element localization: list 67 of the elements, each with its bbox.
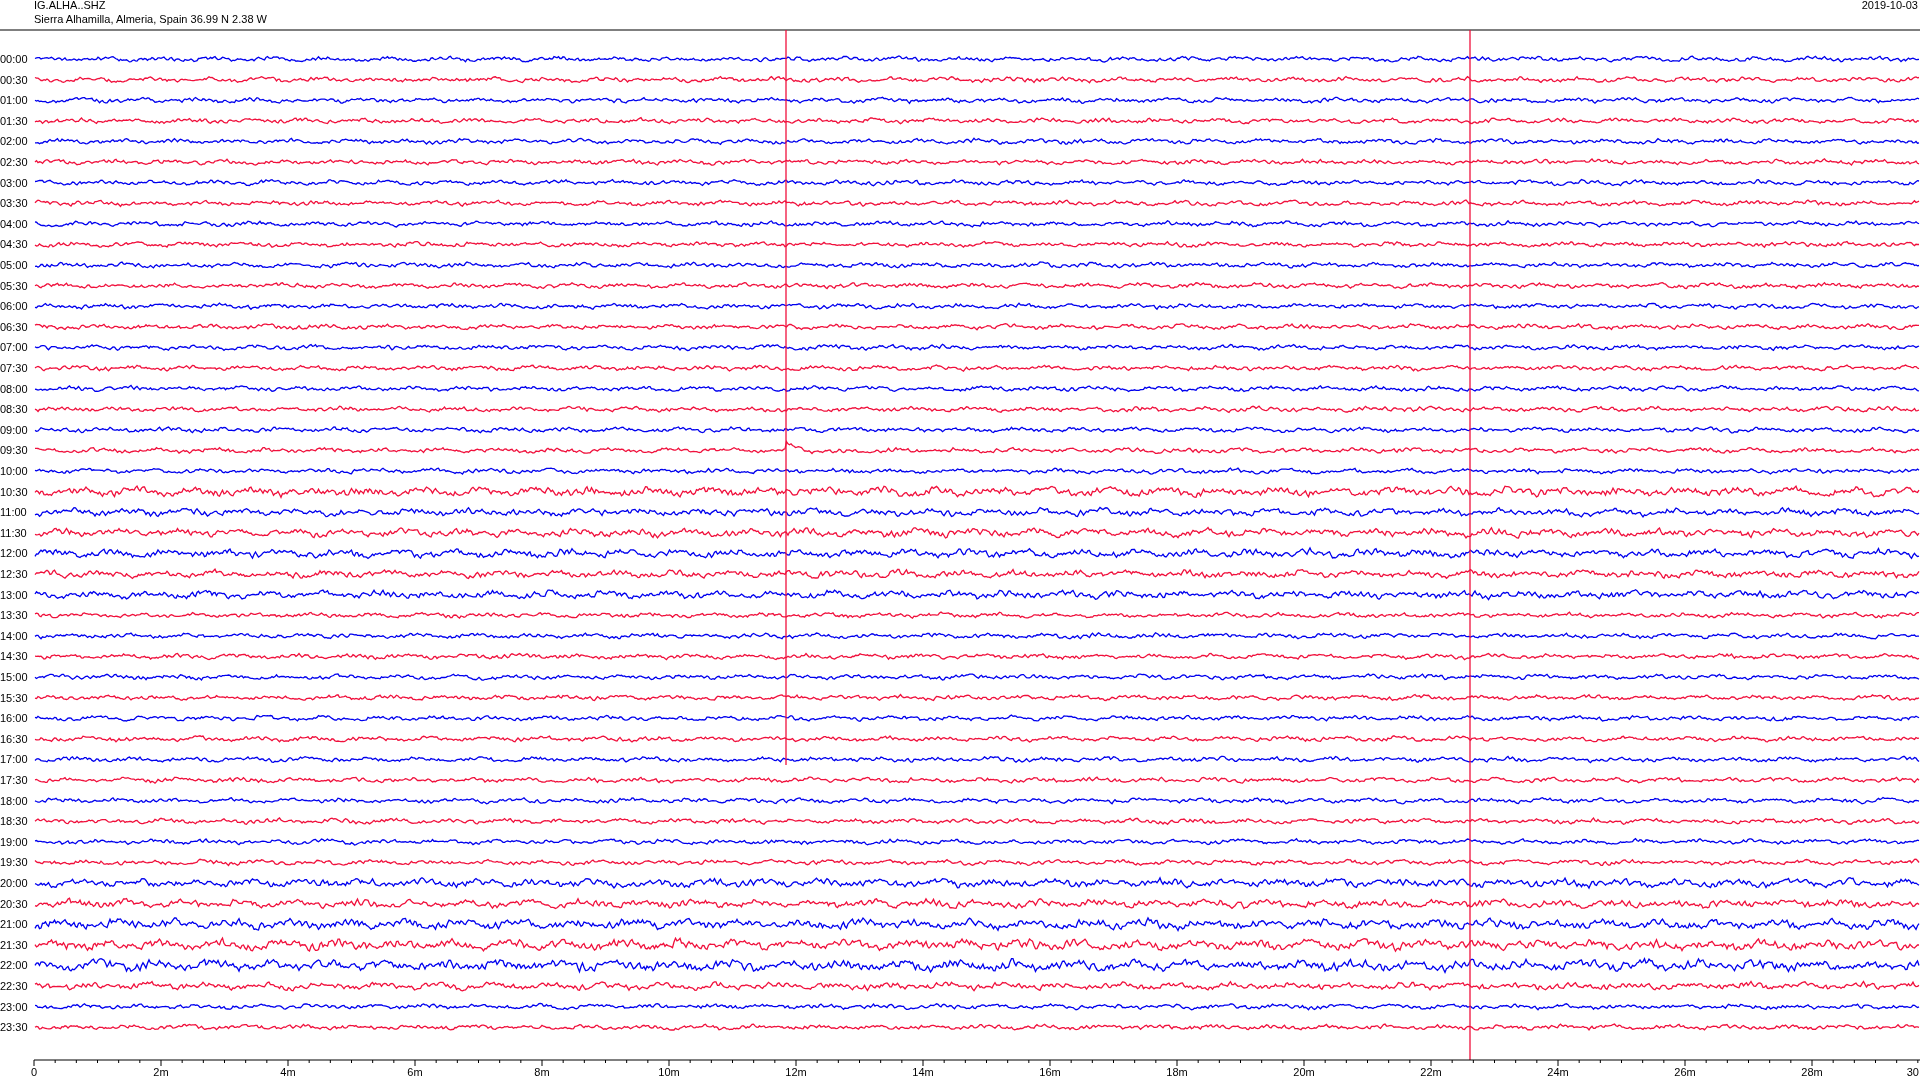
- axis-tick-label: 22m: [1420, 1066, 1442, 1078]
- time-label: 05:30: [0, 279, 28, 292]
- time-label: 23:30: [0, 1021, 28, 1034]
- time-label: 22:00: [0, 959, 28, 972]
- axis-tick-label: 26m: [1674, 1066, 1696, 1078]
- time-label: 23:00: [0, 1000, 28, 1013]
- time-label: 08:30: [0, 403, 28, 416]
- time-label: 01:30: [0, 114, 28, 127]
- time-label: 07:00: [0, 341, 28, 354]
- time-label: 18:00: [0, 794, 28, 807]
- time-label: 00:30: [0, 73, 28, 86]
- time-label: 06:30: [0, 320, 28, 333]
- time-label: 03:00: [0, 176, 28, 189]
- time-label: 19:00: [0, 835, 28, 848]
- station-code: IG.ALHA..SHZ: [34, 0, 106, 11]
- axis-tick-label: 16m: [1039, 1066, 1061, 1078]
- axis-tick-label: 20m: [1293, 1066, 1315, 1078]
- time-label: 08:00: [0, 382, 28, 395]
- time-label: 20:30: [0, 897, 28, 910]
- time-label: 04:30: [0, 238, 28, 251]
- axis-tick-label: 2m: [153, 1066, 169, 1078]
- time-label: 04:00: [0, 217, 28, 230]
- time-label: 01:00: [0, 94, 28, 107]
- time-label: 17:00: [0, 753, 28, 766]
- axis-tick-label: 4m: [280, 1066, 296, 1078]
- time-label: 16:00: [0, 712, 28, 725]
- time-label: 21:00: [0, 918, 28, 931]
- time-label: 03:30: [0, 197, 28, 210]
- time-label: 02:30: [0, 156, 28, 168]
- time-label: 18:30: [0, 815, 28, 828]
- axis-tick-label: 28m: [1801, 1066, 1823, 1078]
- time-label: 20:00: [0, 877, 28, 889]
- axis-tick-label: 6m: [407, 1066, 423, 1078]
- time-label: 15:30: [0, 691, 28, 704]
- axis-tick-label: 12m: [785, 1066, 807, 1078]
- axis-tick-label: 30: [1906, 1066, 1919, 1078]
- station-location: Sierra Alhamilla, Almeria, Spain 36.99 N 2.38 W: [34, 13, 267, 25]
- axis-tick-label: 10m: [658, 1066, 680, 1078]
- time-label: 16:30: [0, 732, 28, 745]
- time-label: 07:30: [0, 362, 28, 374]
- time-label: 13:30: [0, 609, 28, 622]
- time-label: 15:00: [0, 671, 28, 683]
- time-label: 14:00: [0, 629, 28, 642]
- time-label: 21:30: [0, 938, 28, 951]
- time-label: 17:30: [0, 774, 28, 786]
- time-label: 10:30: [0, 485, 28, 498]
- time-label: 02:00: [0, 135, 28, 148]
- axis-tick-label: 24m: [1547, 1066, 1569, 1078]
- time-label: 10:00: [0, 465, 28, 477]
- time-label: 06:00: [0, 300, 28, 313]
- time-label: 19:30: [0, 856, 28, 869]
- time-label: 05:00: [0, 259, 28, 271]
- time-label: 11:00: [0, 506, 27, 519]
- time-label: 12:00: [0, 547, 28, 560]
- time-label: 11:30: [0, 526, 27, 539]
- axis-tick-label: 14m: [912, 1066, 934, 1078]
- axis-tick-label: 0: [30, 1066, 38, 1078]
- time-label: 00:00: [0, 53, 28, 65]
- plot-date: 2019-10-03: [1861, 0, 1918, 11]
- time-label: 09:00: [0, 423, 28, 436]
- time-label: 09:30: [0, 444, 28, 457]
- time-label: 13:00: [0, 588, 28, 601]
- time-label: 12:30: [0, 568, 28, 580]
- axis-tick-label: 18m: [1166, 1066, 1188, 1078]
- time-label: 22:30: [0, 980, 28, 992]
- axis-tick-label: 8m: [534, 1066, 550, 1078]
- time-label: 14:30: [0, 650, 28, 663]
